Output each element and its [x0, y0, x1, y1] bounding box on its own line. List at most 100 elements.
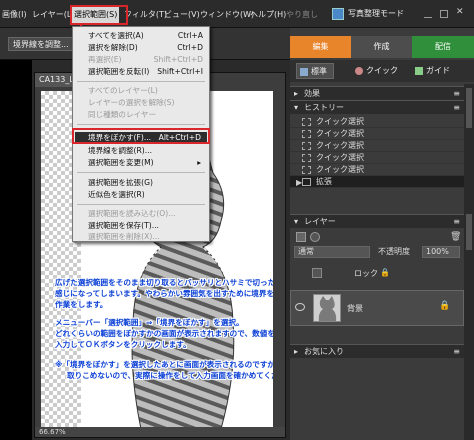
annotation-line: どれくらいの範囲をぼかすかの画面が表示されますので、数値を	[55, 329, 273, 338]
panel-title: ヒストリー	[304, 103, 344, 112]
panel-bin: 編集 作成 配信 標準 クイック ガイド ▸ 効果 ≡ ▾ ヒストリー ≡ クイック選択…	[290, 28, 474, 440]
panel-menu-icon: ≡	[453, 217, 460, 226]
submenu-arrow-icon: ▸	[197, 158, 201, 167]
panel-title: レイヤー	[304, 217, 336, 226]
highlight-feather-item	[72, 128, 210, 144]
organizer-icon	[332, 8, 344, 20]
tab-create[interactable]: 作成	[351, 36, 412, 58]
history-item[interactable]: クイック選択	[290, 128, 464, 140]
menu-image[interactable]: 画像(I)	[2, 8, 27, 22]
menu-item-deselect-layers[interactable]: レイヤーの選択を解除(S)	[88, 97, 203, 109]
layer-lock-icon: 🔒	[439, 301, 451, 311]
scroll-thumb[interactable]	[466, 88, 472, 128]
annotation-line: 広げた選択範囲をそのまま切り取るとバッサリとハサミで切ったような	[55, 278, 273, 287]
menu-item-reselect[interactable]: 再選択(E) Shift+Ctrl+D	[88, 54, 203, 66]
menu-item-grow[interactable]: 選択範囲を拡張(G)	[88, 177, 203, 189]
expand-arrow-icon: ▸	[294, 89, 299, 98]
refine-edge-button[interactable]: 境界線を調整...	[8, 37, 74, 51]
visibility-eye-icon[interactable]	[295, 303, 305, 311]
guided-edit-icon	[415, 67, 423, 75]
effects-panel-header[interactable]: ▸ 効果 ≡	[290, 86, 464, 100]
menu-item-refine-edge[interactable]: 境界線を調整(R)...	[88, 145, 203, 157]
annotation-paragraph-2: メニューバー「選択範囲」⇒「境界をぼかす」を選択。 どれくらいの範囲をぼかすかの…	[55, 317, 273, 350]
panel-scrollbar[interactable]	[464, 84, 474, 440]
menu-item-inverse[interactable]: 選択範囲を反転(I) Shift+Ctrl+I	[88, 66, 203, 78]
menu-item-all-layers[interactable]: すべてのレイヤー(L)	[88, 85, 203, 97]
annotation-paragraph-3: ※「境界をぼかす」を選択したあとに画面が表示されるのですが、画面が 取りこめない…	[55, 359, 273, 381]
panel-menu-icon: ≡	[453, 103, 460, 112]
history-panel-header[interactable]: ▾ ヒストリー ≡	[290, 100, 464, 114]
delete-layer-icon[interactable]: 🗑	[450, 232, 461, 242]
zoom-status: 66.67%	[35, 427, 285, 437]
history-step-icon	[302, 118, 311, 126]
lock-transparency-icon[interactable]	[312, 268, 322, 278]
cat-thumbnail-icon	[318, 296, 337, 321]
layer-row-background[interactable]: 背景 🔒	[290, 290, 464, 326]
quick-edit-icon	[355, 67, 363, 75]
subtab-label: クイック	[366, 66, 398, 75]
history-item-current[interactable]: 拡張	[290, 176, 464, 188]
scroll-thumb[interactable]	[466, 214, 472, 250]
menu-item-similar-layers[interactable]: 同じ種類のレイヤー	[88, 109, 203, 121]
subtab-label: ガイド	[426, 66, 450, 75]
panel-menu-icon: ≡	[453, 89, 460, 98]
menu-help[interactable]: ヘルプ(H)	[250, 8, 286, 22]
full-edit-icon	[300, 68, 308, 76]
annotation-line: 感じになってしまいます。やわらかい雰囲気を出すために境界をぼかす	[55, 289, 273, 298]
subtab-guided[interactable]: ガイド	[412, 63, 450, 79]
panel-title: 効果	[304, 89, 320, 98]
organizer-mode-button[interactable]: 写真整理モード	[330, 6, 407, 22]
adjustment-layer-icon[interactable]	[310, 232, 320, 242]
history-item[interactable]: クイック選択	[290, 152, 464, 164]
tab-edit[interactable]: 編集	[290, 36, 351, 58]
menu-item-load-selection[interactable]: 選択範囲を読み込む(O)...	[88, 208, 203, 220]
menu-window[interactable]: ウィンドウ(W)	[200, 8, 254, 22]
menu-layer[interactable]: レイヤー(L)	[32, 8, 74, 22]
history-item[interactable]: クイック選択	[290, 116, 464, 128]
edit-mode-subtabs: 標準 クイック ガイド	[290, 60, 474, 82]
collapse-arrow-icon: ▾	[294, 103, 299, 112]
history-step-icon	[302, 154, 311, 162]
annotation-line: 入力してＯＫボタンをクリックします。	[55, 340, 191, 349]
close-icon[interactable]: ✕	[456, 8, 464, 17]
history-item[interactable]: クイック選択	[290, 164, 464, 176]
opacity-field[interactable]: 100%	[422, 246, 460, 258]
layers-panel-header[interactable]: ▾ レイヤー ≡	[290, 214, 464, 228]
subtab-full[interactable]: 標準	[296, 63, 334, 79]
blend-mode-select[interactable]: 通常	[294, 246, 370, 258]
minimize-icon[interactable]	[424, 10, 432, 18]
redo-button[interactable]: やり直し	[286, 8, 318, 22]
expand-arrow-icon: ▸	[294, 347, 299, 356]
menu-item-select-all[interactable]: すべてを選択(A) Ctrl+A	[88, 30, 203, 42]
panel-menu-icon: ≡	[453, 347, 460, 356]
maximize-icon[interactable]	[440, 10, 448, 18]
annotation-line: メニューバー「選択範囲」⇒「境界をぼかす」を選択。	[55, 318, 244, 327]
menu-item-modify[interactable]: 選択範囲を変更(M) ▸	[88, 157, 203, 169]
annotation-paragraph-1: 広げた選択範囲をそのまま切り取るとバッサリとハサミで切ったような 感じになってし…	[55, 277, 273, 310]
organizer-mode-label: 写真整理モード	[348, 9, 404, 18]
opacity-label: 不透明度	[378, 247, 410, 256]
annotation-line: 取りこめないので、実際に操作をして入力画面を確かめてください。	[67, 371, 273, 380]
collapse-arrow-icon: ▾	[294, 217, 299, 226]
history-step-icon	[302, 166, 311, 174]
tab-share[interactable]: 配信	[412, 36, 474, 58]
menu-item-similar[interactable]: 近似色を選択(R)	[88, 189, 203, 201]
new-layer-icon[interactable]	[296, 232, 306, 242]
menu-view[interactable]: ビュー(V)	[164, 8, 200, 22]
toolbox-strip	[0, 60, 32, 440]
lock-label: ロック	[354, 269, 378, 278]
history-pointer-icon: ▶	[296, 178, 303, 187]
subtab-quick[interactable]: クイック	[352, 63, 398, 79]
menu-separator	[77, 81, 205, 82]
menu-filter[interactable]: フィルタ(T)	[124, 8, 167, 22]
history-item[interactable]: クイック選択	[290, 140, 464, 152]
menu-item-deselect[interactable]: 選択を解除(D) Ctrl+D	[88, 42, 203, 54]
panel-title: お気に入り	[304, 347, 344, 356]
menu-separator	[77, 124, 205, 125]
mode-tabs: 編集 作成 配信	[290, 36, 474, 58]
favorites-panel-header[interactable]: ▸ お気に入り ≡	[290, 344, 464, 358]
highlight-select-menu	[70, 5, 128, 25]
menu-item-delete-selection[interactable]: 選択範囲を削除(X)...	[88, 231, 203, 243]
lock-all-icon[interactable]: 🔒	[380, 268, 390, 278]
history-step-icon	[302, 142, 311, 150]
